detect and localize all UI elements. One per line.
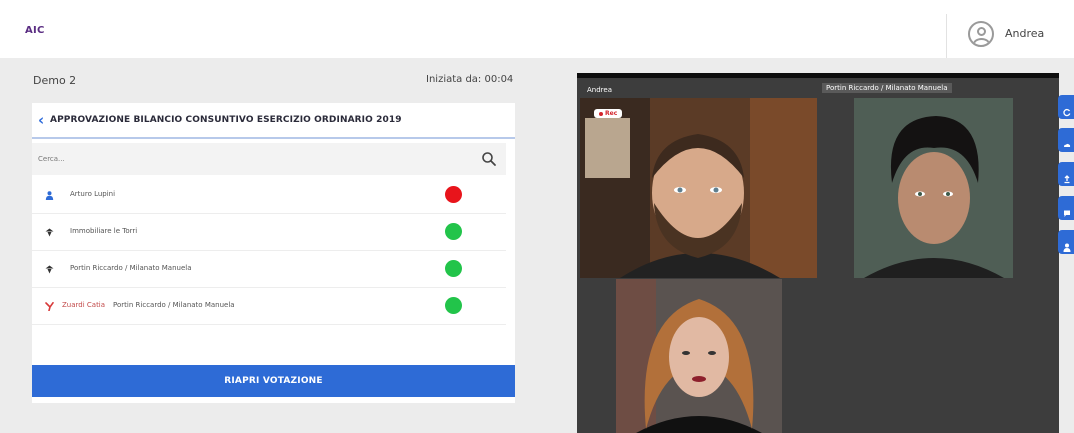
cloud-icon bbox=[1063, 135, 1071, 147]
video-top-strip bbox=[577, 73, 1059, 78]
panel-title: APPROVAZIONE BILANCIO CONSUNTIVO ESERCIZ… bbox=[50, 115, 402, 125]
voting-panel: ‹ APPROVAZIONE BILANCIO CONSUNTIVO ESERC… bbox=[32, 103, 515, 403]
voter-row[interactable]: Portin Riccardo / Milanato Manuela bbox=[32, 251, 506, 288]
top-bar: AIC Andrea bbox=[0, 0, 1074, 58]
back-chevron-icon[interactable]: ‹ bbox=[38, 111, 44, 129]
video-tile-young-man[interactable] bbox=[854, 98, 1013, 278]
app-logo[interactable]: AIC bbox=[25, 25, 45, 36]
search-bar bbox=[32, 143, 506, 175]
search-input[interactable] bbox=[38, 149, 458, 169]
record-icon bbox=[599, 111, 603, 116]
video-tile-woman[interactable] bbox=[616, 279, 782, 433]
search-icon[interactable] bbox=[481, 151, 497, 167]
topbar-divider bbox=[946, 14, 947, 58]
user-avatar-icon[interactable] bbox=[968, 21, 994, 47]
upload-icon bbox=[1063, 169, 1071, 184]
voter-label: Immobiliare le Torri bbox=[70, 227, 138, 235]
meeting-started-time: Iniziata da: 00:04 bbox=[426, 74, 514, 85]
voter-row[interactable]: Arturo Lupini bbox=[32, 177, 506, 214]
vote-status-indicator bbox=[445, 260, 462, 277]
user-name[interactable]: Andrea bbox=[1005, 27, 1044, 40]
voter-label: Arturo Lupini bbox=[70, 190, 116, 198]
delegate-icon bbox=[45, 302, 54, 311]
meeting-name: Demo 2 bbox=[33, 74, 77, 87]
side-user-button[interactable] bbox=[1058, 230, 1074, 254]
video-tile-bearded-man[interactable] bbox=[580, 98, 817, 278]
building-icon bbox=[45, 265, 54, 274]
side-cloud-button[interactable] bbox=[1058, 128, 1074, 152]
refresh-icon bbox=[1063, 102, 1071, 117]
voter-row[interactable]: Zuardi Catia Portin Riccardo / Milanato M… bbox=[32, 288, 506, 325]
video-conference-area: Andrea Portin Riccardo / Milanato Manuel… bbox=[577, 73, 1059, 433]
side-refresh-button[interactable] bbox=[1058, 95, 1074, 119]
reopen-voting-button[interactable]: RIAPRI VOTAZIONE bbox=[32, 365, 515, 397]
building-icon bbox=[45, 228, 54, 237]
voter-row[interactable]: Immobiliare le Torri bbox=[32, 214, 506, 251]
participant-name-label: Andrea bbox=[587, 86, 612, 94]
chat-icon bbox=[1063, 203, 1071, 217]
voter-label: Portin Riccardo / Milanato Manuela bbox=[70, 264, 192, 272]
vote-status-indicator bbox=[445, 186, 462, 203]
vote-status-indicator bbox=[445, 223, 462, 240]
side-chat-button[interactable] bbox=[1058, 196, 1074, 220]
person-icon bbox=[45, 191, 54, 200]
side-upload-button[interactable] bbox=[1058, 162, 1074, 186]
participant-name-label: Portin Riccardo / Milanato Manuela bbox=[822, 83, 952, 93]
vote-status-indicator bbox=[445, 297, 462, 314]
user-icon bbox=[1063, 237, 1071, 252]
voter-label: Zuardi Catia Portin Riccardo / Milanato M… bbox=[62, 301, 235, 309]
panel-header: ‹ APPROVAZIONE BILANCIO CONSUNTIVO ESERC… bbox=[32, 103, 515, 139]
recording-badge: Rec bbox=[594, 109, 623, 118]
